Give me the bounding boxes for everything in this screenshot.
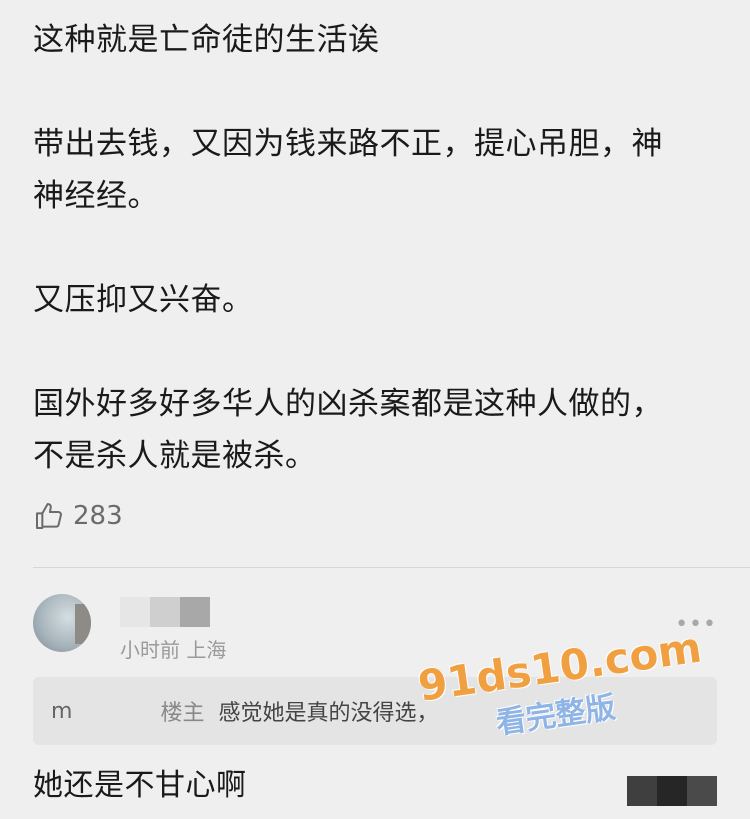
avatar[interactable] [33, 594, 91, 652]
comment-text: 她还是不甘心啊 [33, 768, 247, 803]
username-mosaic[interactable] [120, 597, 210, 627]
quote-text: 感觉她是真的没得选， [218, 701, 439, 726]
corner-mosaic [627, 776, 717, 806]
like-button[interactable]: 283 [33, 500, 123, 532]
post-paragraph-2: 带出去钱，又因为钱来路不正，提心吊胆，神 神经经。 [33, 126, 663, 214]
like-count: 283 [73, 501, 123, 531]
post-paragraph-3: 又压抑又兴奋。 [33, 282, 254, 318]
thumbs-up-icon [36, 503, 62, 529]
quote-author: m [51, 698, 73, 724]
post-paragraph-4: 国外好多好多华人的凶杀案都是这种人做的， 不是杀人就是被杀。 [33, 386, 663, 474]
op-badge: 楼主 [160, 701, 205, 726]
post-paragraph-1: 这种就是亡命徒的生活诶 [33, 22, 380, 58]
comment-meta: 小时前 上海 [120, 638, 227, 662]
divider [33, 567, 750, 568]
post-body: 这种就是亡命徒的生活诶 带出去钱，又因为钱来路不正，提心吊胆，神 神经经。 又压… [33, 14, 723, 482]
